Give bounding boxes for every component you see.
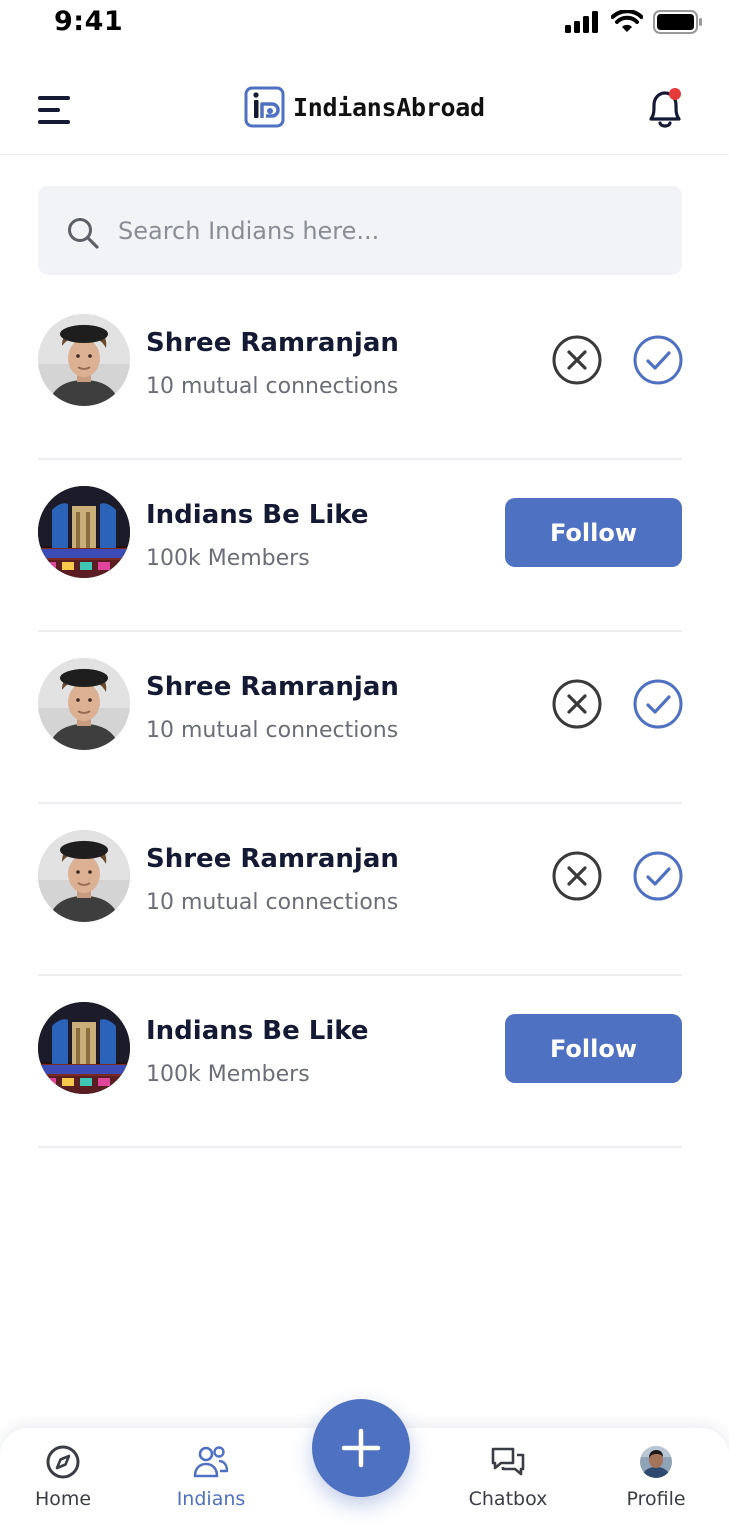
accept-button[interactable] (632, 334, 684, 386)
tab-home[interactable]: Home (8, 1440, 118, 1520)
app-header: IndiansAbroad (0, 60, 729, 155)
plus-icon (341, 1428, 381, 1468)
check-circle-icon (633, 335, 683, 385)
bell-icon (649, 88, 681, 128)
status-bar: 9:41 (0, 0, 729, 50)
person-name: Shree Ramranjan (146, 844, 399, 874)
group-name: Indians Be Like (146, 500, 369, 530)
tab-indians[interactable]: Indians (156, 1440, 266, 1520)
tab-indians-label: Indians (176, 1488, 246, 1510)
status-time: 9:41 (54, 6, 124, 37)
tab-home-label: Home (34, 1488, 92, 1510)
tab-profile-label: Profile (626, 1488, 686, 1510)
reject-button[interactable] (551, 678, 603, 730)
avatar (38, 314, 130, 406)
avatar (640, 1446, 672, 1478)
accept-button[interactable] (632, 850, 684, 902)
tab-chatbox-label: Chatbox (468, 1488, 548, 1510)
chat-icon (491, 1447, 525, 1476)
mutual-connections: 10 mutual connections (146, 374, 399, 399)
member-count: 100k Members (146, 546, 310, 571)
wifi-icon (611, 10, 643, 32)
tab-profile[interactable]: Profile (601, 1440, 711, 1520)
search-input[interactable] (118, 186, 658, 275)
search-bar (38, 186, 682, 275)
list-item: Shree Ramranjan 10 mutual connections (38, 288, 684, 460)
app-name: IndiansAbroad (293, 92, 485, 122)
check-circle-icon (633, 679, 683, 729)
reject-button[interactable] (551, 850, 603, 902)
group-avatar (38, 486, 130, 578)
follow-button[interactable]: Follow (505, 498, 682, 567)
menu-button[interactable] (36, 90, 76, 130)
status-icons (565, 10, 703, 34)
close-circle-icon (552, 679, 602, 729)
people-icon (193, 1446, 229, 1478)
add-button[interactable] (312, 1399, 410, 1497)
list-item: Shree Ramranjan 10 mutual connections (38, 804, 684, 976)
logo-mark-icon (244, 86, 285, 128)
check-circle-icon (633, 851, 683, 901)
battery-icon (653, 10, 702, 34)
follow-button[interactable]: Follow (505, 1014, 682, 1083)
list-item: Indians Be Like 100k Members Follow (38, 460, 682, 632)
mutual-connections: 10 mutual connections (146, 718, 399, 743)
compass-icon (46, 1445, 80, 1479)
person-name: Shree Ramranjan (146, 328, 399, 358)
close-circle-icon (552, 335, 602, 385)
group-avatar (38, 1002, 130, 1094)
reject-button[interactable] (551, 334, 603, 386)
mutual-connections: 10 mutual connections (146, 890, 399, 915)
group-name: Indians Be Like (146, 1016, 369, 1046)
notification-dot (669, 88, 681, 100)
list-item: Indians Be Like 100k Members Follow (38, 976, 682, 1148)
avatar (38, 830, 130, 922)
avatar (38, 658, 130, 750)
person-name: Shree Ramranjan (146, 672, 399, 702)
close-circle-icon (552, 851, 602, 901)
app-logo: IndiansAbroad (244, 86, 485, 128)
menu-icon (38, 96, 70, 124)
search-icon (68, 218, 99, 249)
notifications-button[interactable] (643, 86, 687, 132)
connections-list: Shree Ramranjan 10 mutual connections In… (38, 288, 684, 1148)
signal-icon (565, 11, 598, 33)
tab-chatbox[interactable]: Chatbox (453, 1440, 563, 1520)
list-item: Shree Ramranjan 10 mutual connections (38, 632, 684, 804)
member-count: 100k Members (146, 1062, 310, 1087)
accept-button[interactable] (632, 678, 684, 730)
